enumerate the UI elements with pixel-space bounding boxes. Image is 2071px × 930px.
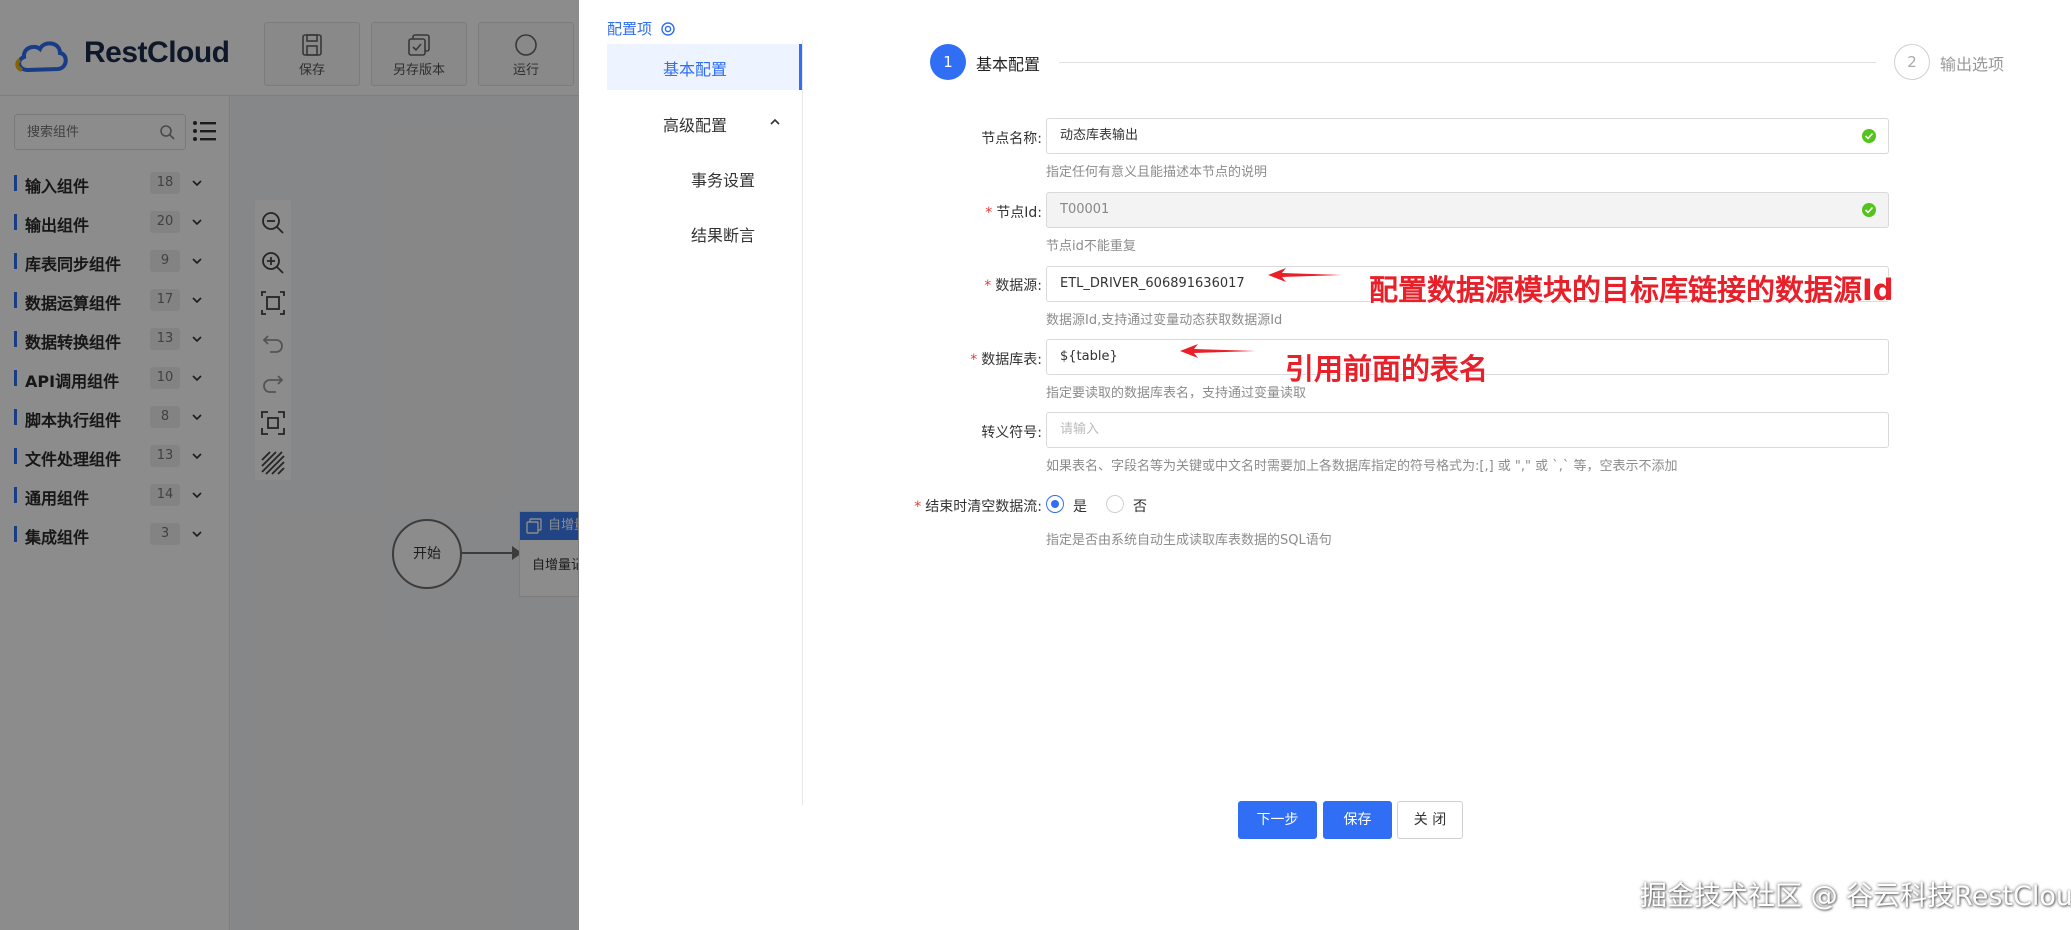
datasource-hint: 数据源Id,支持通过变量动态获取数据源Id <box>1046 313 1283 328</box>
nav-item-basic-label: 基本配置 <box>663 60 728 79</box>
annotation-arrow-icon <box>1180 344 1256 358</box>
save-button[interactable]: 保存 <box>1323 801 1392 839</box>
node-id-input: T00001 <box>1046 192 1889 228</box>
clear-stream-label: * 结束时清空数据流: <box>914 499 1042 515</box>
step-2-label: 输出选项 <box>1940 55 2005 74</box>
clear-stream-label-text: 结束时清空数据流: <box>925 499 1042 515</box>
table-annotation: 引用前面的表名 <box>1285 352 1489 386</box>
nav-item-advanced[interactable]: 高级配置 <box>663 112 727 136</box>
watermark: 掘金技术社区 @ 谷云科技RestCloud <box>1640 881 2071 912</box>
valid-check-icon <box>1862 203 1876 217</box>
table-label-text: 数据库表: <box>981 352 1042 368</box>
node-id-label-text: 节点Id: <box>996 205 1042 221</box>
target-icon <box>661 22 675 36</box>
step-2-indicator: 2 <box>1894 44 1930 80</box>
step-1-label: 基本配置 <box>976 55 1041 74</box>
clear-stream-no-radio[interactable] <box>1106 495 1124 513</box>
table-label: * 数据库表: <box>970 352 1042 368</box>
close-button[interactable]: 关 闭 <box>1397 801 1463 839</box>
config-nav <box>607 40 803 805</box>
step-1-indicator: 1 <box>930 44 966 80</box>
nav-item-transaction[interactable]: 事务设置 <box>691 167 755 191</box>
datasource-label: * 数据源: <box>984 278 1042 294</box>
node-name-input[interactable]: 动态库表输出 <box>1046 118 1889 154</box>
next-step-button[interactable]: 下一步 <box>1238 801 1317 839</box>
chevron-up-icon[interactable] <box>768 115 782 129</box>
valid-check-icon <box>1862 129 1876 143</box>
escape-hint: 如果表名、字段名等为关键或中文名时需要加上各数据库指定的符号格式为:[,] 或 … <box>1046 459 1678 474</box>
clear-stream-yes-radio[interactable] <box>1046 495 1064 513</box>
datasource-label-text: 数据源: <box>995 278 1042 294</box>
clear-stream-no-label[interactable]: 否 <box>1133 496 1147 516</box>
escape-label: 转义符号: <box>981 425 1042 441</box>
datasource-annotation: 配置数据源模块的目标库链接的数据源Id <box>1369 273 1894 307</box>
node-id-hint: 节点id不能重复 <box>1046 239 1136 254</box>
escape-input[interactable]: 请输入 <box>1046 412 1889 448</box>
annotation-arrow-icon <box>1268 268 1342 282</box>
step-connector <box>1059 62 1876 63</box>
node-id-label: * 节点Id: <box>985 205 1042 221</box>
table-hint: 指定要读取的数据库表名，支持通过变量读取 <box>1046 386 1307 401</box>
clear-stream-hint: 指定是否由系统自动生成读取库表数据的SQL语句 <box>1046 533 1332 548</box>
node-name-label: 节点名称: <box>981 131 1042 147</box>
config-title: 配置项 <box>607 20 653 38</box>
clear-stream-yes-label[interactable]: 是 <box>1073 496 1087 516</box>
nav-item-assertion[interactable]: 结果断言 <box>691 222 755 246</box>
node-name-hint: 指定任何有意义且能描述本节点的说明 <box>1046 165 1268 180</box>
